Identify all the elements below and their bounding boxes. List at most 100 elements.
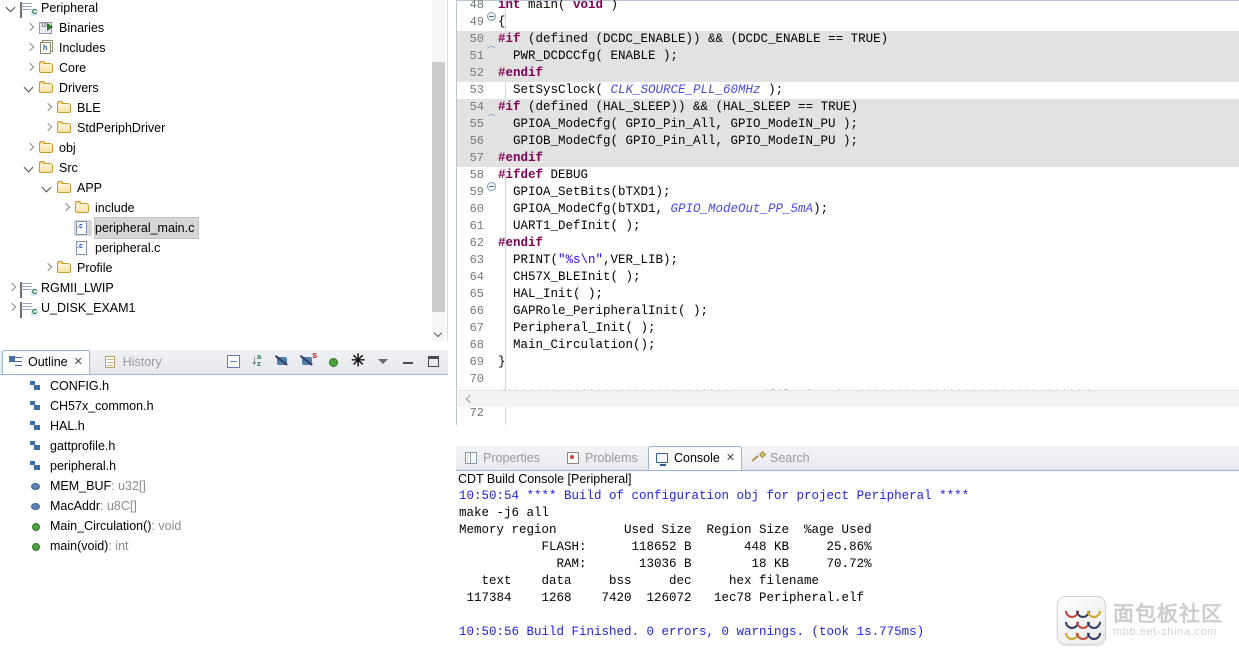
outline-item[interactable]: MEM_BUF : u32[] [0,476,448,496]
chevron-right-icon[interactable] [40,98,56,118]
minimize-icon[interactable] [401,354,417,370]
folder-icon [56,100,74,116]
source-code[interactable]: 48 int main( void ) 49 {50 #if (defined (DCD… [457,0,1239,422]
code-line[interactable]: 48 int main( void ) [457,0,1239,21]
code-line[interactable]: 67 Peripheral_Init( ); [457,320,1239,337]
tree-item-obj[interactable]: obj [0,138,432,158]
tab-problems[interactable]: Problems [560,446,644,470]
chevron-right-icon[interactable] [4,298,20,318]
code-line[interactable]: 66 GAPRole_PeripheralInit( ); [457,303,1239,320]
code-line[interactable]: 65 HAL_Init( ); [457,286,1239,303]
view-menu-icon[interactable] [376,354,392,370]
close-icon[interactable]: ✕ [74,350,83,374]
maximize-icon[interactable] [426,354,442,370]
chevron-right-icon[interactable] [22,58,38,78]
tree-item-peripheral-c[interactable]: peripheral.c [0,238,432,258]
code-line[interactable]: 68 Main_Circulation(); [457,337,1239,354]
code-line[interactable]: 60 GPIOA_ModeCfg(bTXD1, GPIO_ModeOut_PP_… [457,201,1239,218]
tree-item-app[interactable]: APP [0,178,432,198]
chevron-right-icon[interactable] [4,278,20,298]
code-line[interactable]: 49 { [457,14,1239,31]
outline-item[interactable]: main(void) : int [0,536,448,556]
code-line[interactable]: 61 UART1_DefInit( ); [457,218,1239,235]
code-line[interactable]: 69} [457,354,1239,371]
tree-item-peripheral-main-c[interactable]: peripheral_main.c [0,217,432,239]
project-explorer-scrollbar[interactable] [432,0,445,341]
tree-item-include[interactable]: include [0,198,432,218]
outline-item[interactable]: HAL.h [0,416,448,436]
line-number: 55 [469,117,484,131]
tree-item-ble[interactable]: BLE [0,98,432,118]
tree-item-src[interactable]: Src [0,158,432,178]
tree-item-label: Profile [77,261,113,275]
code-line[interactable]: 53 SetSysClock( CLK_SOURCE_PLL_60MHz ); [457,82,1239,99]
code-line[interactable]: 50 #if (defined (DCDC_ENABLE)) && (DCDC_E… [457,31,1239,55]
outline-item[interactable]: Main_Circulation() : void [0,516,448,536]
scroll-left-arrow-icon[interactable] [462,391,476,407]
outline-item[interactable]: MacAddr : u8C[] [0,496,448,516]
tree-item-stdperiphdriver[interactable]: StdPeriphDriver [0,118,432,138]
project-tree[interactable]: Peripheral Binaries Includes Core Drivers BLE… [0,0,432,318]
binaries-icon [38,20,56,36]
outline-item-list[interactable]: CONFIG.h CH57x_common.h HAL.h gattprofile.h… [0,376,448,556]
code-line[interactable]: 72 [457,405,1239,422]
chevron-right-icon[interactable] [58,198,74,218]
code-line[interactable]: 63 PRINT("%s\n",VER_LIB); [457,252,1239,269]
chevron-down-icon[interactable] [22,78,38,98]
code-line[interactable]: 64 CH57X_BLEInit( ); [457,269,1239,286]
tree-item-drivers[interactable]: Drivers [0,78,432,98]
close-icon[interactable]: ✕ [726,446,735,470]
tab-console[interactable]: Console ✕ [648,446,743,470]
line-number: 50 [469,32,484,46]
code-line[interactable]: 52 #endif [457,65,1239,82]
code-line[interactable]: 56 GPIOB_ModeCfg( GPIO_Pin_All, GPIO_Mod… [457,133,1239,150]
chevron-right-icon[interactable] [40,118,56,138]
tree-item-rgmii-lwip[interactable]: RGMII_LWIP [0,278,432,298]
code-line[interactable]: 62 #endif [457,235,1239,252]
tree-item-core[interactable]: Core [0,58,432,78]
collapse-all-icon[interactable] [226,354,242,370]
tab-search[interactable]: Search [745,446,816,470]
editor-text-area[interactable]: 48 int main( void ) 49 {50 #if (defined (DCD… [456,0,1239,426]
code-line[interactable]: 54 #if (defined (HAL_SLEEP)) && (HAL_SLEE… [457,99,1239,123]
code-text: int main( void ) [498,0,619,12]
hide-fields-icon[interactable] [276,354,292,370]
console-line: RAM: 13036 B 18 KB 70.72% [459,557,872,571]
hide-non-public-icon[interactable] [326,354,342,370]
editor-horizontal-scrollbar[interactable] [458,390,1239,407]
line-number: 56 [469,134,484,148]
hide-static-icon[interactable]: S [301,353,317,370]
chevron-down-icon[interactable] [22,158,38,178]
tab-history[interactable]: History [98,350,168,374]
chevron-right-icon[interactable] [22,138,38,158]
chevron-right-icon[interactable] [22,38,38,58]
outline-item[interactable]: peripheral.h [0,456,448,476]
scroll-down-arrow-icon[interactable] [432,325,445,341]
code-line[interactable]: 57 #endif [457,150,1239,167]
chevron-down-icon[interactable] [4,0,20,18]
code-line[interactable]: 70 [457,371,1239,388]
tree-item-includes[interactable]: Includes [0,38,432,58]
outline-item[interactable]: CONFIG.h [0,376,448,396]
c-project-icon [20,300,38,318]
outline-item[interactable]: CH57x_common.h [0,396,448,416]
outline-item[interactable]: gattprofile.h [0,436,448,456]
code-line[interactable]: 59 GPIOA_SetBits(bTXD1); [457,184,1239,201]
watermark-title: 面包板社区 [1113,601,1223,626]
tree-item-profile[interactable]: Profile [0,258,432,278]
tab-outline[interactable]: Outline ✕ [2,350,90,374]
sort-az-icon[interactable] [251,352,267,370]
tree-item-binaries[interactable]: Binaries [0,18,432,38]
code-line[interactable]: 51 PWR_DCDCCfg( ENABLE ); [457,48,1239,65]
tree-item-u-disk-exam1[interactable]: U_DISK_EXAM1 [0,298,432,318]
code-line[interactable]: 55 GPIOA_ModeCfg( GPIO_Pin_All, GPIO_Mod… [457,116,1239,133]
chevron-right-icon[interactable] [40,258,56,278]
tree-item-peripheral[interactable]: Peripheral [0,0,432,18]
tree-item-label: peripheral.c [95,241,161,255]
chevron-right-icon[interactable] [22,18,38,38]
scrollbar-thumb[interactable] [432,62,445,312]
chevron-down-icon[interactable] [40,178,56,198]
filters-icon[interactable]: ✳ [351,351,367,370]
tab-properties[interactable]: Properties [458,446,546,470]
code-line[interactable]: 58 #ifdef DEBUG [457,167,1239,191]
